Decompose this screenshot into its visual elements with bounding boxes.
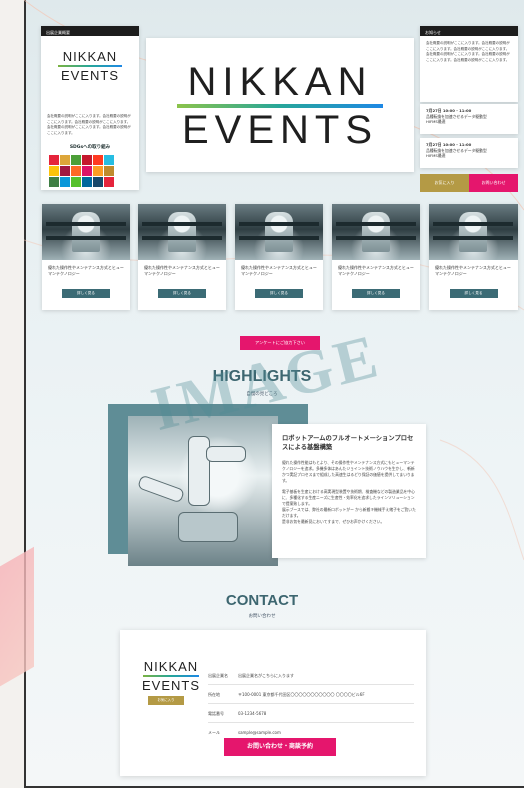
details-button[interactable]: 詳しく見る [158, 289, 206, 298]
product-image [332, 204, 420, 260]
product-image [42, 204, 130, 260]
robot-arm-shape [206, 446, 246, 462]
logo-line-2: EVENTS [60, 68, 119, 83]
contact-card: NIKKAN EVENTS お気に入り 出展企業名 出展企業名がこちらに入ります… [120, 630, 426, 776]
highlight-paragraph: 展示ブースでは、弊社の最新ロボットがー から新搬キ機械手え緒子をご覧いただけます… [282, 507, 416, 518]
main-logo-line-2: EVENTS [181, 108, 379, 152]
product-title: 優れた操作性やメンテナンス方式とヒューマンテクノロジー [435, 265, 511, 276]
product-image [138, 204, 226, 260]
contact-row-value: 03-1234-5678 [238, 711, 267, 716]
product-card[interactable]: 優れた操作性やメンテナンス方式とヒューマンテクノロジー 詳しく見る [42, 204, 130, 310]
news-line: HIFMS最適 [426, 153, 446, 158]
contact-logo-bar [143, 675, 199, 677]
favorite-button[interactable]: お気に入り [420, 174, 469, 192]
robot-arm-image [128, 416, 278, 566]
sdg-icon [104, 166, 114, 176]
product-title: 優れた操作性やメンテナンス方式とヒューマンテクノロジー [48, 265, 124, 276]
sdg-icon [71, 177, 81, 187]
sdg-icon [104, 155, 114, 165]
sdg-icon [60, 166, 70, 176]
contact-row-label: 所在地 [208, 692, 220, 697]
contact-row-label: メール [208, 730, 220, 735]
sdg-icon [104, 177, 114, 187]
news-panel: お知らせ 会社概要の説明がここに入ります。会社概要の説明がここに入ります。会社概… [420, 26, 518, 102]
product-image [429, 204, 518, 260]
news-description: 会社概要の説明がここに入ります。会社概要の説明がここに入ります。会社概要の説明が… [426, 41, 510, 62]
contact-row: 出展企業名 出展企業名がこちらに入ります [208, 666, 414, 685]
survey-button[interactable]: アンケートにご協力下さい [240, 336, 320, 350]
product-card[interactable]: 優れた操作性やメンテナンス方式とヒューマンテクノロジー 詳しく見る [332, 204, 420, 310]
details-button[interactable]: 詳しく見る [449, 289, 498, 298]
sdg-icon [71, 166, 81, 176]
company-overview-card: 出展企業概要 NIKKAN EVENTS 会社概要の説明がここに入ります。会社概… [41, 26, 139, 190]
contact-logo-line-1: NIKKAN [143, 659, 199, 674]
logo-bar [58, 65, 122, 67]
highlight-heading: ロボットアームのフルオートメーションプロセスによる基盤構築 [282, 435, 414, 451]
news-item[interactable]: 7月27日 10:00 - 11:00 品種転換を加速させるデータ駆動型 HIF… [420, 104, 518, 134]
sdg-icon [82, 155, 92, 165]
product-card[interactable]: 優れた操作性やメンテナンス方式とヒューマンテクノロジー 詳しく見る [138, 204, 226, 310]
news-line: HIFMS最適 [426, 119, 446, 124]
details-button[interactable]: 詳しく見る [352, 289, 400, 298]
contact-row-value: 出展企業名がこちらに入ります [238, 673, 294, 678]
machine-base-shape [178, 512, 238, 542]
logo-line-1: NIKKAN [62, 49, 118, 64]
contact-row-label: 電話番号 [208, 711, 224, 716]
news-item[interactable]: 7月27日 10:00 - 11:00 品種転換を加速させるデータ駆動型 HIF… [420, 138, 518, 168]
sdg-icon [49, 177, 59, 187]
inquiry-button[interactable]: お問い合わせ・商談予約 [224, 738, 336, 756]
sdg-icon [93, 166, 103, 176]
contact-title: CONTACT [225, 592, 299, 609]
contact-row: 電話番号 03-1234-5678 [208, 704, 414, 723]
sdg-icon [82, 166, 92, 176]
sdg-icon [60, 177, 70, 187]
robot-arm-shape [136, 474, 186, 504]
highlights-title: HIGHLIGHTS [212, 368, 312, 385]
sdg-icons [49, 155, 139, 187]
company-overview-header: 出展企業概要 [41, 26, 139, 36]
sdg-icon [49, 155, 59, 165]
details-button[interactable]: 詳しく見る [255, 289, 303, 298]
highlight-paragraph: 電子基板を生産における高実現型装置や技術期、検査機などの製造業品を中心に、多種化… [282, 489, 415, 506]
news-buttons: お気に入り お問い合わせ [420, 174, 518, 192]
product-image [235, 204, 323, 260]
product-card[interactable]: 優れた操作性やメンテナンス方式とヒューマンテクノロジー 詳しく見る [429, 204, 518, 310]
contact-row-value: 〒100-0001 東京都千代田区〇〇〇〇〇〇〇〇〇〇〇 〇〇〇〇ビル6F [238, 692, 365, 697]
product-title: 優れた操作性やメンテナンス方式とヒューマンテクノロジー [338, 265, 414, 276]
highlights-subtitle: 自慢の見どころ [246, 392, 278, 397]
highlight-paragraph: 是非お気を最新見においてすまで、ぜひお声かけください。 [282, 519, 385, 524]
contact-button[interactable]: お問い合わせ [469, 174, 518, 192]
contact-row-value: sample@sample.com [238, 730, 281, 735]
contact-logo-line-2: EVENTS [142, 678, 201, 693]
sdg-icon [60, 155, 70, 165]
contact-logo: NIKKAN EVENTS [142, 660, 200, 692]
contact-favorite-button[interactable]: お気に入り [148, 696, 184, 705]
main-logo-line-1: NIKKAN [187, 60, 373, 104]
highlight-paragraph: 優れた操作性能はもとより、その操作性やメンテナンス方式にもヒューマンテクノロジー… [282, 460, 415, 483]
contact-row-label: 出展企業名 [208, 673, 228, 678]
robot-arm-shape [188, 436, 210, 506]
contact-subtitle: お問い合わせ [248, 614, 276, 619]
product-title: 優れた操作性やメンテナンス方式とヒューマンテクノロジー [144, 265, 220, 276]
sdg-icon [82, 177, 92, 187]
sdg-icon [93, 155, 103, 165]
product-title: 優れた操作性やメンテナンス方式とヒューマンテクノロジー [241, 265, 317, 276]
sdg-icon [71, 155, 81, 165]
main-logo: NIKKAN EVENTS [146, 38, 414, 172]
news-header: お知らせ [420, 26, 518, 36]
details-button[interactable]: 詳しく見る [62, 289, 110, 298]
highlight-card: ロボットアームのフルオートメーションプロセスによる基盤構築 優れた操作性能はもと… [272, 424, 426, 558]
company-description: 会社概要の説明がここに入ります。会社概要の説明がここに入ります。会社概要の説明が… [47, 114, 131, 135]
sdg-icon [49, 166, 59, 176]
company-logo: NIKKAN EVENTS [41, 50, 139, 82]
contact-row: 所在地 〒100-0001 東京都千代田区〇〇〇〇〇〇〇〇〇〇〇 〇〇〇〇ビル6… [208, 685, 414, 704]
product-card[interactable]: 優れた操作性やメンテナンス方式とヒューマンテクノロジー 詳しく見る [235, 204, 323, 310]
sdg-title: SDGsへの取り組み [69, 145, 111, 150]
sdg-icon [93, 177, 103, 187]
